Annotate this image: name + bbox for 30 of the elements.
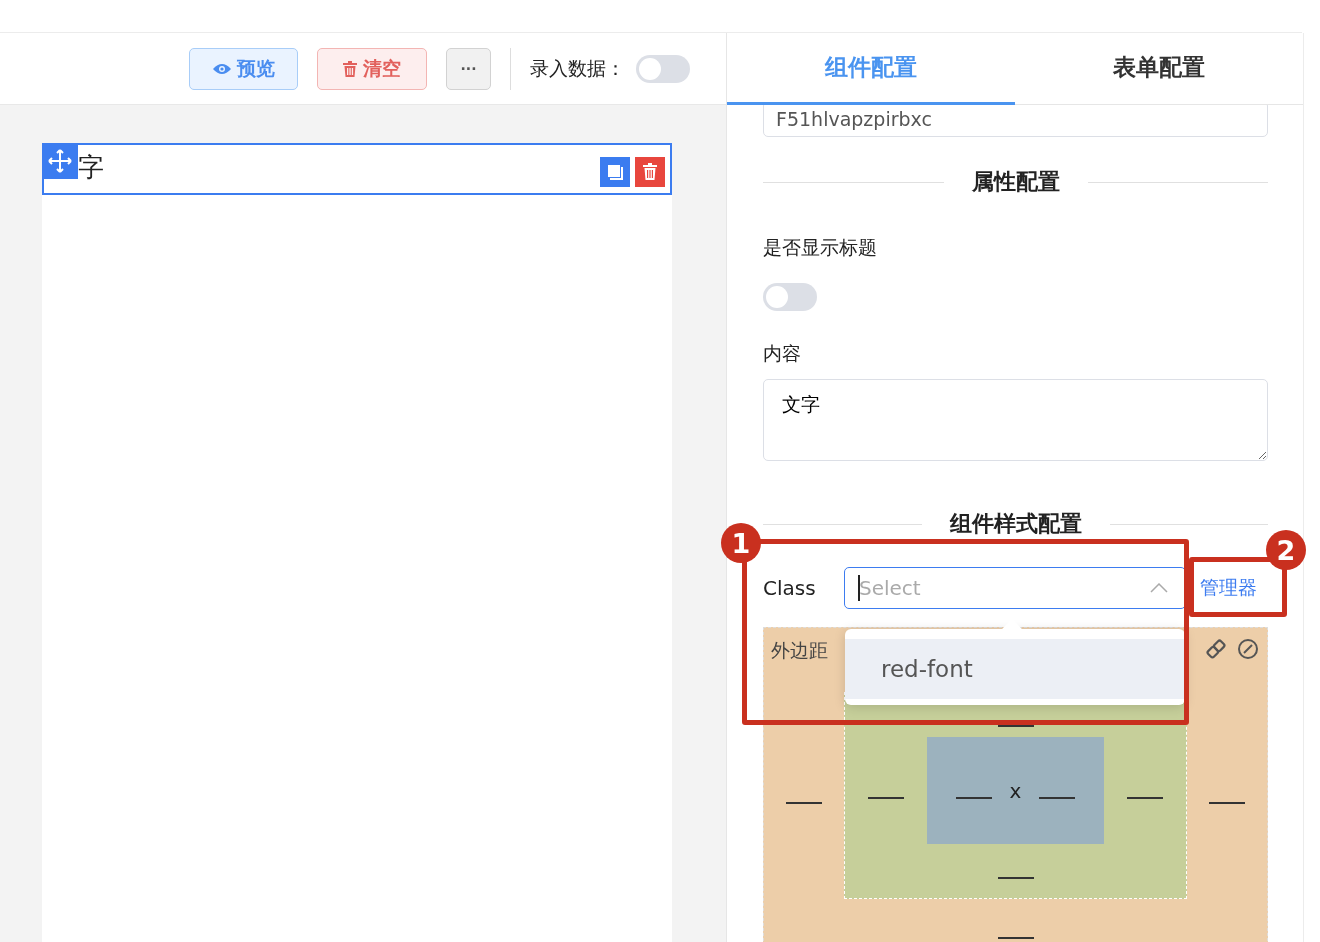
move-icon[interactable] bbox=[42, 143, 78, 179]
item-text: 字 bbox=[78, 151, 105, 184]
chevron-up-icon bbox=[1150, 583, 1168, 593]
section-title: 组件样式配置 bbox=[949, 510, 1082, 538]
form-item[interactable]: 字 bbox=[42, 143, 672, 195]
copy-icon[interactable] bbox=[600, 157, 630, 187]
dropdown-option[interactable]: red-font bbox=[845, 639, 1185, 699]
id-field[interactable]: F51hlvapzpirbxc bbox=[763, 105, 1268, 137]
eye-icon bbox=[212, 62, 231, 75]
show-title-toggle[interactable] bbox=[763, 283, 817, 311]
content-textarea[interactable]: 文字 bbox=[763, 379, 1268, 461]
class-select[interactable]: Select bbox=[844, 567, 1186, 609]
field-label: 内容 bbox=[763, 341, 802, 366]
text-cursor bbox=[858, 575, 860, 601]
field-label: 是否显示标题 bbox=[763, 235, 878, 260]
link-icon[interactable] bbox=[1205, 638, 1227, 660]
margin-label: 外边距 bbox=[771, 638, 828, 663]
more-button[interactable]: ··· bbox=[446, 47, 491, 90]
disable-icon[interactable] bbox=[1237, 638, 1259, 660]
class-label: Class bbox=[763, 576, 817, 600]
annotation-badge: 1 bbox=[721, 523, 761, 563]
times-sign: x bbox=[1009, 778, 1022, 803]
section-title: 属性配置 bbox=[971, 168, 1060, 196]
entry-data-toggle[interactable] bbox=[636, 54, 690, 83]
delete-icon[interactable] bbox=[635, 157, 665, 187]
trash-icon bbox=[343, 60, 357, 77]
tab[interactable]: 表单配置 bbox=[1015, 33, 1303, 105]
annotation-badge: 2 bbox=[1266, 530, 1306, 570]
entry-data-label: 录入数据： bbox=[530, 55, 625, 81]
manage-link[interactable]: 管理器 bbox=[1200, 575, 1257, 601]
